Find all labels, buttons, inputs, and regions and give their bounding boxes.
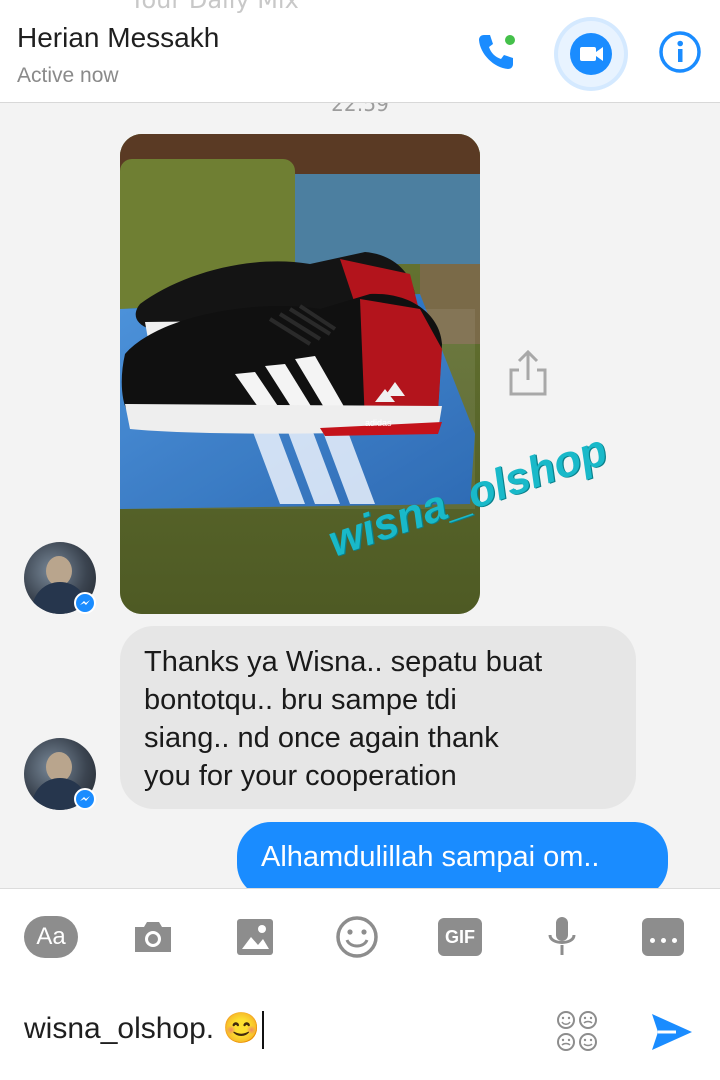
camera-icon <box>135 922 171 952</box>
more-options-button[interactable] <box>642 918 684 956</box>
chat-header: Your Daily Mix Herian Messakh Active now <box>0 0 720 103</box>
text-caret <box>261 1011 264 1050</box>
photo-message[interactable]: adidas <box>120 134 480 614</box>
share-icon <box>509 349 547 396</box>
gif-button[interactable]: GIF <box>438 918 482 956</box>
gallery-button[interactable] <box>227 915 283 959</box>
message-input-value: wisna_olshop. <box>24 1012 223 1045</box>
messenger-badge-icon <box>74 788 96 810</box>
camera-button[interactable] <box>125 915 181 959</box>
emoji-grid-icon <box>557 1011 597 1051</box>
info-icon <box>659 31 701 73</box>
video-camera-icon <box>570 33 612 75</box>
sneaker-photo: adidas <box>120 134 480 614</box>
input-emoji: 😊 <box>222 1012 260 1045</box>
text-style-button[interactable]: Aa <box>24 916 78 958</box>
background-notification-peek: Your Daily Mix <box>130 0 299 14</box>
messenger-badge-icon <box>74 592 96 614</box>
voice-call-button[interactable] <box>466 22 526 82</box>
outgoing-message-bubble[interactable]: Alhamdulillah sampai om.. <box>237 822 668 898</box>
message-line: you for your cooperation <box>144 760 457 792</box>
incoming-message-bubble[interactable]: Thanks ya Wisna.. sepatu buat bontotqu..… <box>120 626 636 809</box>
send-button[interactable] <box>648 1010 696 1054</box>
message-line: bontotqu.. bru sampe tdi <box>144 684 457 716</box>
message-line: siang.. nd once again thank <box>144 722 499 754</box>
phone-icon <box>479 35 515 69</box>
video-call-button[interactable] <box>558 21 624 87</box>
chat-screen: Your Daily Mix Herian Messakh Active now <box>0 0 720 1080</box>
send-icon <box>652 1014 692 1050</box>
emoji-picker-button[interactable] <box>556 1010 598 1052</box>
smiley-icon <box>336 916 378 958</box>
gallery-icon <box>237 919 273 955</box>
emoji-button[interactable] <box>329 915 385 959</box>
microphone-icon <box>548 917 576 955</box>
message-line: Thanks ya Wisna.. sepatu buat <box>144 646 543 678</box>
shoe-brand-text: adidas <box>365 418 392 428</box>
contact-name[interactable]: Herian Messakh <box>17 22 219 54</box>
contact-status: Active now <box>17 64 119 87</box>
conversation-info-button[interactable] <box>650 22 710 82</box>
more-icon <box>647 928 680 947</box>
message-composer: Aa GIF wisna_olshop. 😊 <box>0 888 720 1080</box>
message-input[interactable]: wisna_olshop. 😊 <box>24 1011 264 1050</box>
voice-record-button[interactable] <box>534 915 590 959</box>
share-photo-button[interactable] <box>505 348 551 398</box>
